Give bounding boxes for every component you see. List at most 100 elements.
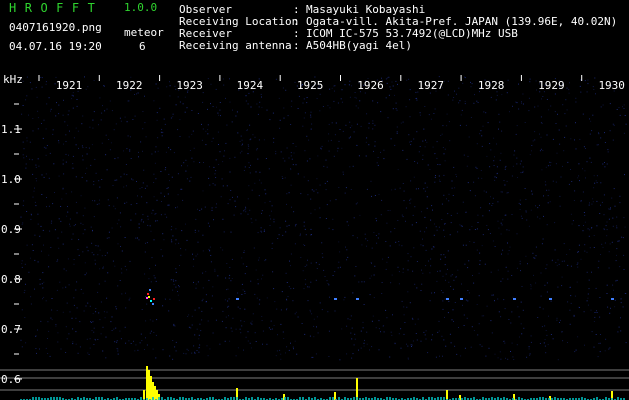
noise-speck	[146, 344, 148, 346]
noise-speck	[449, 333, 451, 335]
noise-speck	[24, 263, 26, 265]
noise-speck	[256, 297, 258, 299]
noise-speck	[32, 130, 34, 132]
noise-speck	[319, 207, 321, 209]
noise-speck	[463, 325, 465, 326]
noise-speck	[525, 211, 527, 213]
noise-speck	[482, 215, 484, 217]
noise-speck	[529, 354, 531, 356]
noise-speck	[20, 339, 22, 341]
noise-speck	[311, 189, 313, 191]
noise-speck	[587, 293, 589, 295]
noise-speck	[273, 141, 275, 143]
noise-speck	[372, 100, 374, 102]
noise-speck	[374, 145, 376, 147]
noise-speck	[76, 212, 78, 214]
noise-speck	[592, 201, 594, 203]
noise-speck	[536, 89, 537, 91]
noise-speck	[72, 233, 74, 235]
noise-speck	[52, 203, 54, 205]
noise-speck	[395, 80, 397, 82]
noise-speck	[68, 110, 70, 112]
noise-speck	[567, 264, 569, 266]
noise-speck	[591, 227, 592, 229]
noise-speck	[156, 319, 158, 321]
noise-speck	[205, 301, 207, 302]
noise-speck	[612, 123, 614, 125]
noise-speck	[441, 335, 443, 337]
noise-speck	[247, 213, 249, 215]
noise-speck	[599, 297, 601, 298]
noise-speck	[547, 202, 549, 204]
app-name: HROFFT	[9, 1, 104, 15]
noise-speck	[326, 166, 328, 168]
noise-speck	[188, 314, 190, 316]
noise-speck	[140, 333, 142, 335]
noise-speck	[43, 119, 45, 121]
noise-speck	[555, 181, 557, 183]
noise-speck	[406, 79, 408, 81]
noise-speck	[57, 237, 59, 239]
noise-speck	[239, 308, 241, 310]
noise-speck	[490, 320, 492, 322]
noise-speck	[378, 193, 380, 195]
noise-speck	[283, 338, 285, 339]
noise-speck	[533, 274, 534, 276]
noise-speck	[250, 164, 251, 166]
noise-speck	[329, 88, 331, 90]
noise-speck	[541, 169, 543, 171]
noise-speck	[596, 310, 597, 312]
noise-speck	[225, 142, 227, 144]
noise-speck	[421, 283, 423, 285]
noise-speck	[617, 331, 619, 333]
noise-speck	[89, 126, 91, 128]
noise-speck	[99, 186, 101, 188]
noise-speck	[391, 274, 393, 276]
noise-speck	[468, 260, 470, 262]
noise-speck	[276, 308, 278, 310]
noise-speck	[84, 229, 86, 231]
noise-speck	[78, 254, 80, 256]
noise-speck	[616, 109, 618, 110]
noise-speck	[273, 221, 275, 223]
noise-speck	[155, 83, 157, 85]
noise-speck	[94, 200, 96, 202]
noise-speck	[554, 249, 556, 251]
noise-speck	[139, 188, 141, 190]
noise-speck	[63, 268, 65, 270]
noise-speck	[61, 198, 63, 200]
noise-speck	[177, 206, 178, 208]
noise-speck	[20, 216, 22, 218]
noise-speck	[241, 150, 243, 152]
noise-speck	[247, 198, 249, 200]
noise-speck	[540, 272, 542, 274]
noise-speck	[153, 100, 155, 102]
noise-speck	[570, 265, 572, 267]
noise-speck	[116, 341, 118, 343]
noise-speck	[182, 199, 184, 201]
noise-speck	[242, 289, 244, 291]
noise-speck	[116, 179, 118, 181]
noise-speck	[413, 138, 415, 140]
noise-speck	[125, 307, 127, 309]
noise-speck	[602, 104, 604, 106]
noise-speck	[41, 250, 42, 252]
noise-speck	[424, 106, 426, 107]
noise-speck	[429, 300, 431, 302]
noise-speck	[173, 152, 175, 154]
noise-speck	[565, 99, 567, 101]
noise-speck	[188, 136, 190, 138]
noise-speck	[186, 178, 188, 180]
noise-speck	[295, 164, 297, 166]
noise-speck	[447, 250, 449, 252]
noise-speck	[541, 243, 543, 245]
noise-speck	[434, 181, 436, 183]
noise-speck	[388, 76, 390, 78]
meteor-echo	[460, 298, 463, 300]
noise-speck	[512, 105, 513, 107]
noise-speck	[485, 355, 487, 357]
noise-speck	[142, 150, 143, 152]
noise-speck	[245, 211, 247, 213]
noise-speck	[542, 238, 544, 240]
noise-speck	[561, 260, 563, 262]
